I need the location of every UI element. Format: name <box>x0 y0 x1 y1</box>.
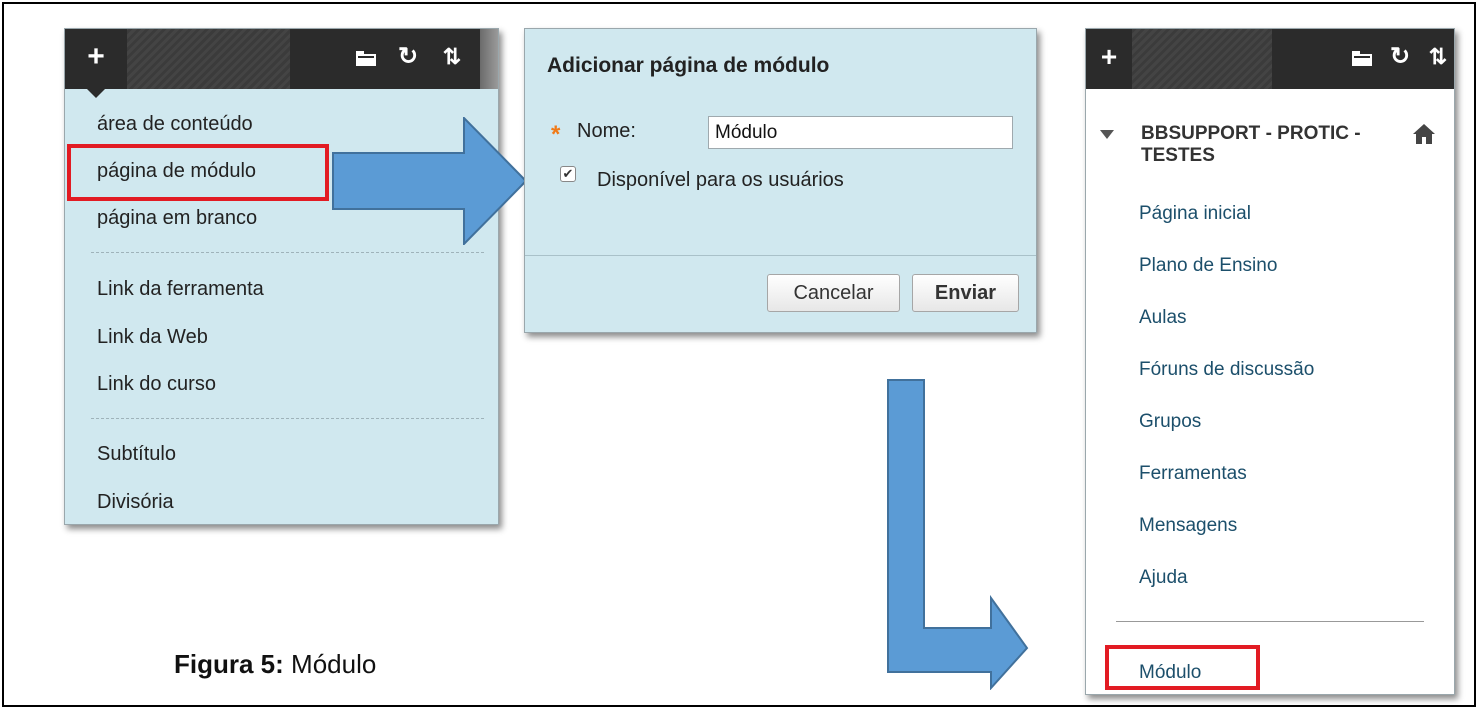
add-menu-button[interactable]: + <box>1086 29 1132 89</box>
add-menu-panel: + ↻ ⇅ área de conteúdo página de módulo … <box>64 28 499 525</box>
bent-arrow-icon <box>887 379 1029 690</box>
caption-text: Módulo <box>291 649 377 679</box>
course-menu-item[interactable]: Aulas <box>1139 307 1187 329</box>
course-menu-item[interactable]: Mensagens <box>1139 515 1237 537</box>
submit-button[interactable]: Enviar <box>912 274 1019 312</box>
name-input[interactable] <box>708 116 1013 149</box>
add-menu-button[interactable]: + <box>65 29 127 98</box>
menu-separator <box>91 252 484 253</box>
menu-item-web-link[interactable]: Link da Web <box>97 326 208 349</box>
available-checkbox[interactable]: ✔ <box>560 166 576 182</box>
course-menu-item[interactable]: Plano de Ensino <box>1139 255 1277 277</box>
toolbar-actions: ↻ ⇅ <box>1272 29 1454 89</box>
menu-item-divider[interactable]: Divisória <box>97 491 174 514</box>
add-menu-toolbar: + ↻ ⇅ <box>65 29 498 98</box>
course-menu-divider <box>1116 621 1424 622</box>
folder-icon[interactable] <box>346 29 386 89</box>
collapse-icon[interactable] <box>1100 130 1114 139</box>
cancel-button[interactable]: Cancelar <box>767 274 900 312</box>
caption-label: Figura 5: <box>174 649 284 679</box>
menu-item-subheader[interactable]: Subtítulo <box>97 443 176 466</box>
refresh-icon[interactable]: ↻ <box>388 29 428 89</box>
sort-icon[interactable]: ⇅ <box>1418 29 1454 89</box>
course-title: BBSUPPORT - PROTIC - TESTES <box>1141 123 1361 166</box>
dialog-title: Adicionar página de módulo <box>547 54 830 77</box>
course-menu-item[interactable]: Ferramentas <box>1139 463 1247 485</box>
folder-icon[interactable] <box>1342 29 1382 89</box>
add-module-dialog: Adicionar página de módulo * Nome: Dispo… <box>524 28 1037 333</box>
refresh-icon[interactable]: ↻ <box>1380 29 1420 89</box>
course-menu-item[interactable]: Fóruns de discussão <box>1139 359 1314 381</box>
figure-caption: Figura 5: Módulo <box>174 649 376 680</box>
highlight-box <box>1105 645 1260 690</box>
menu-item-course-link[interactable]: Link do curso <box>97 373 216 396</box>
available-label: Disponível para os usuários <box>597 169 844 191</box>
course-menu-item[interactable]: Grupos <box>1139 411 1201 433</box>
home-icon[interactable] <box>1412 123 1436 145</box>
sort-icon[interactable]: ⇅ <box>432 29 472 89</box>
menu-item-tool-link[interactable]: Link da ferramenta <box>97 278 264 301</box>
toolbar-actions: ↻ ⇅ <box>290 29 480 89</box>
dialog-divider <box>525 255 1036 256</box>
course-menu-item[interactable]: Página inicial <box>1139 203 1251 225</box>
right-arrow-icon <box>332 117 528 245</box>
required-icon: * <box>551 121 561 148</box>
menu-separator <box>91 418 484 419</box>
plus-icon: + <box>87 40 105 73</box>
course-menu-item[interactable]: Ajuda <box>1139 567 1188 589</box>
course-menu-toolbar: + ↻ ⇅ <box>1086 29 1454 89</box>
highlight-box <box>67 144 329 201</box>
name-label: Nome: <box>577 120 636 142</box>
menu-item-blank-page[interactable]: página em branco <box>97 207 257 230</box>
toolbar-edge <box>480 29 498 89</box>
course-menu-panel: + ↻ ⇅ BBSUPPORT - PROTIC - TESTES Página… <box>1085 28 1455 695</box>
plus-icon: + <box>1100 41 1118 72</box>
menu-item-content-area[interactable]: área de conteúdo <box>97 113 253 136</box>
